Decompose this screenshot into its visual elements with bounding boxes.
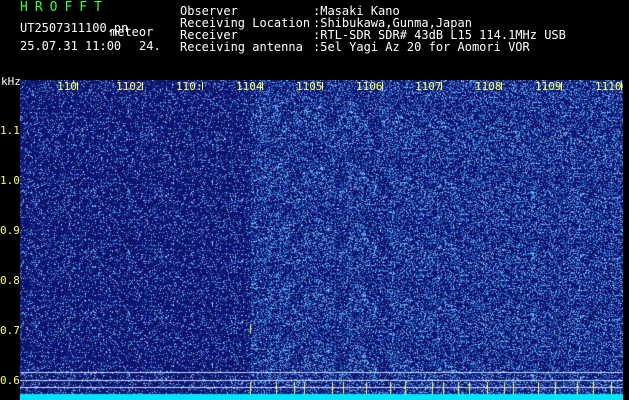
y-tick-label: 1.0 bbox=[0, 174, 20, 187]
x-tick-mark bbox=[382, 82, 384, 90]
meteor-label: meteor bbox=[110, 25, 154, 39]
x-tick-label: 110 bbox=[57, 80, 77, 93]
antenna-label: Receiving antenna bbox=[180, 40, 303, 54]
meteor-count: 24. bbox=[139, 39, 161, 53]
x-tick-mark bbox=[621, 82, 623, 90]
x-tick-mark bbox=[202, 82, 204, 90]
y-tick-label: 0.7 bbox=[0, 324, 20, 337]
spectrogram bbox=[20, 80, 623, 400]
y-tick-label: 1.1 bbox=[0, 124, 20, 137]
y-tick-label: 0.9 bbox=[0, 224, 20, 237]
x-tick-mark bbox=[262, 82, 264, 90]
x-tick-mark bbox=[76, 82, 78, 90]
y-tick-label: 0.8 bbox=[0, 274, 20, 287]
datetime: 25.07.31 11:00 bbox=[20, 39, 122, 53]
x-tick-mark bbox=[561, 82, 563, 90]
x-tick-label: 1109 bbox=[535, 80, 562, 93]
x-tick-label: 1106 bbox=[356, 80, 383, 93]
app-title: HROFFT bbox=[20, 0, 109, 15]
x-tick-label: 1105 bbox=[296, 80, 323, 93]
x-tick-mark bbox=[322, 82, 324, 90]
x-tick-label: 1104 bbox=[236, 80, 263, 93]
x-tick-label: 1107 bbox=[415, 80, 442, 93]
x-tick-mark bbox=[142, 82, 144, 90]
y-tick-label: 0.6 bbox=[0, 374, 20, 387]
x-tick-label: 110: bbox=[176, 80, 203, 93]
x-tick-mark bbox=[441, 82, 443, 90]
antenna-value: :5el Yagi Az 20 for Aomori VOR bbox=[313, 40, 530, 54]
x-tick-label: 1108 bbox=[475, 80, 502, 93]
x-tick-mark bbox=[501, 82, 503, 90]
x-tick-label: 1110 bbox=[595, 80, 622, 93]
x-tick-label: 1102 bbox=[116, 80, 143, 93]
y-unit-label: kHz bbox=[1, 75, 21, 88]
